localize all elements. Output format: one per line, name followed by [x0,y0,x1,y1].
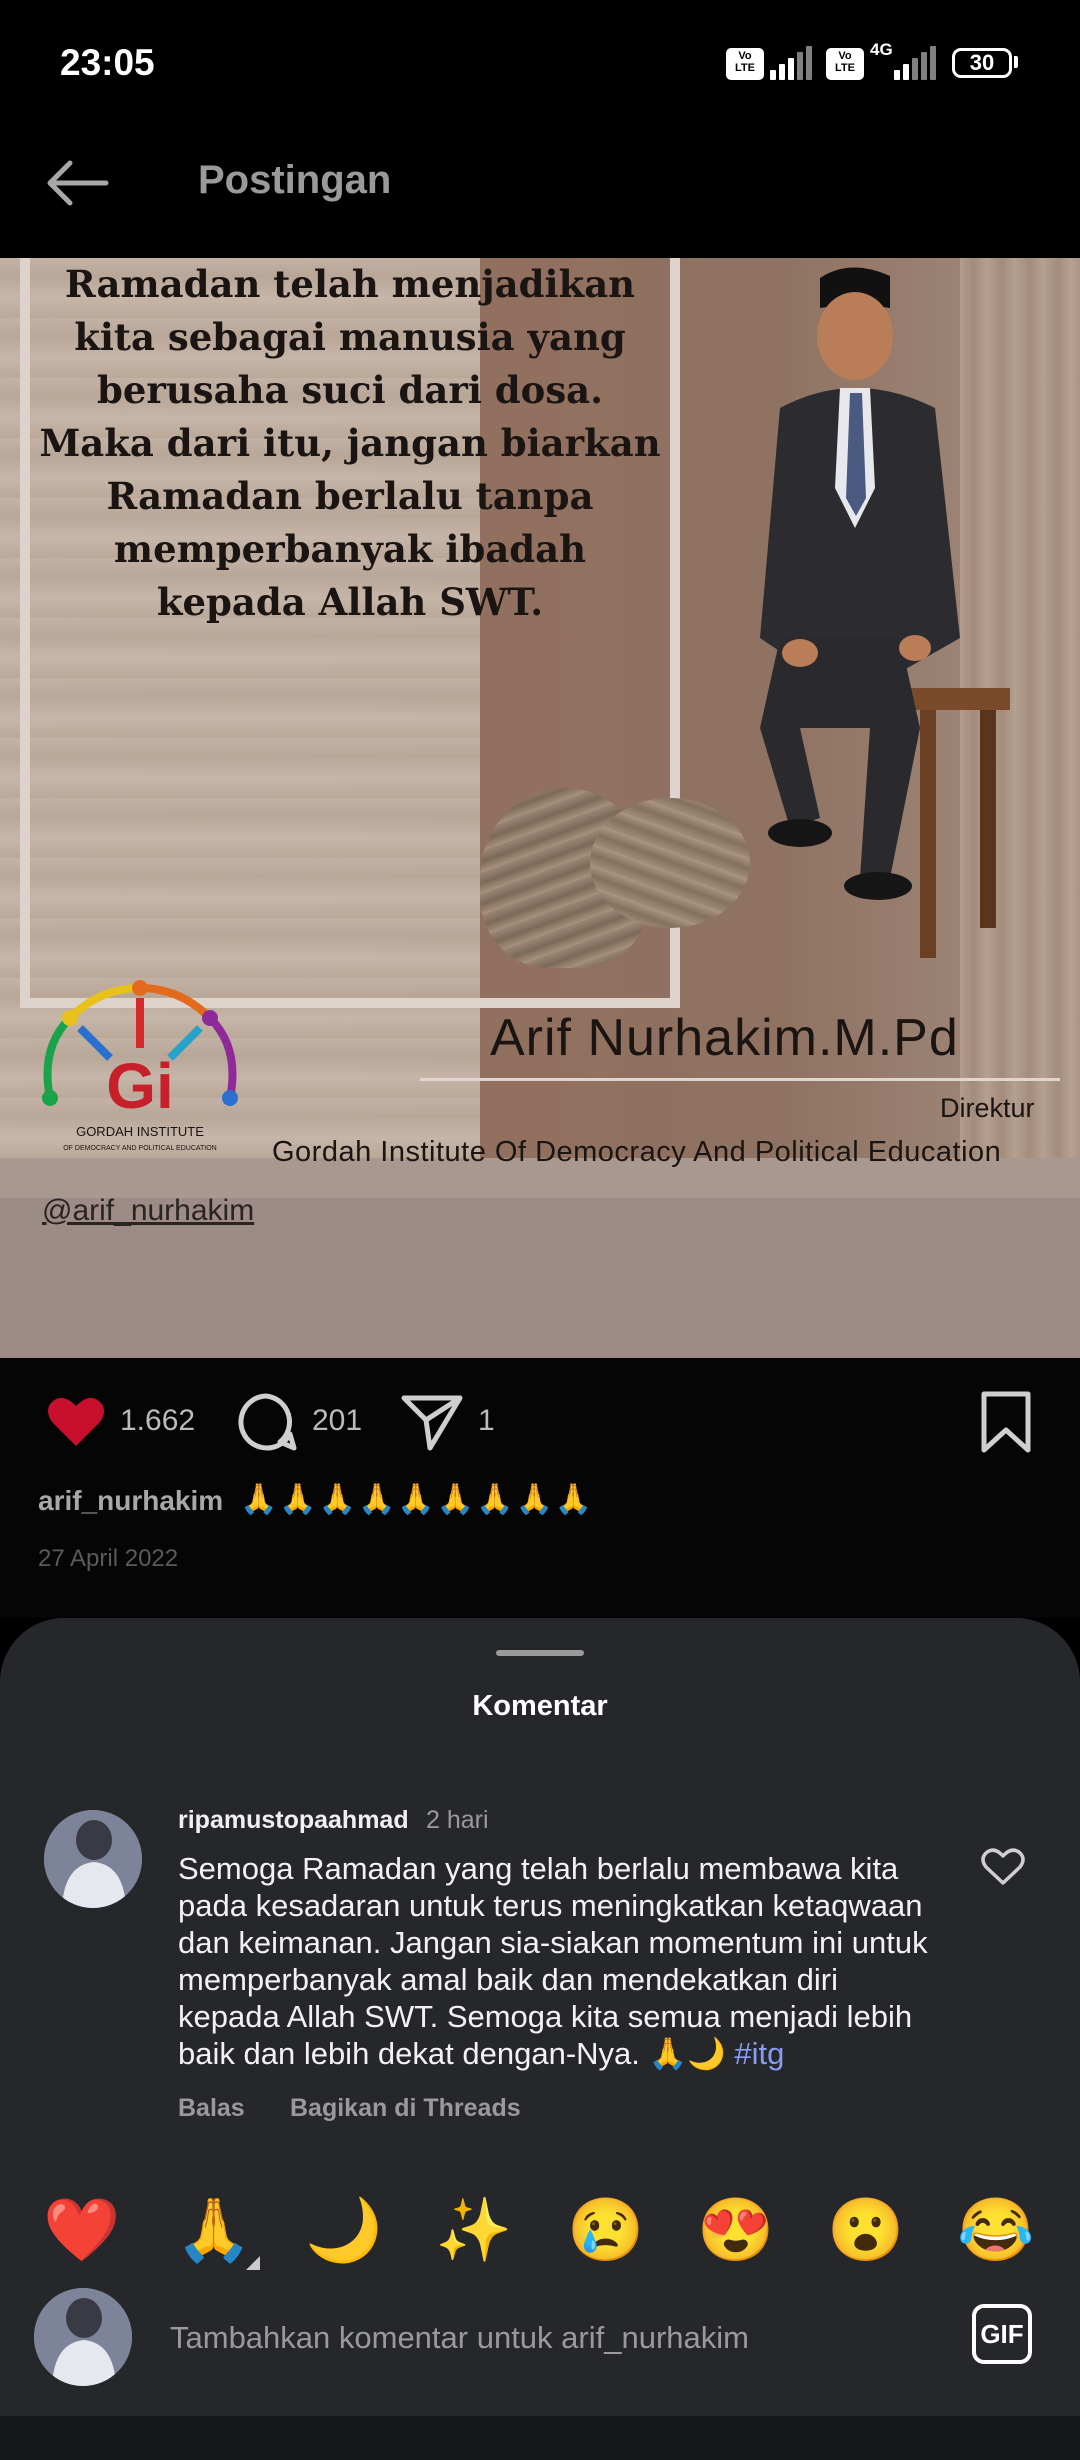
quote-line: berusaha suci dari dosa. [96,368,604,412]
quote-line: kepada Allah SWT. [156,580,544,624]
comment-username[interactable]: ripamustopaahmad [178,1806,409,1835]
comment-body: Semoga Ramadan yang telah berlalu membaw… [178,1851,928,2071]
svg-text:Gi: Gi [106,1050,174,1122]
sheet-drag-handle[interactable] [496,1650,584,1656]
person-photo [760,267,1010,958]
comment-heart-icon[interactable] [980,1845,1026,1887]
gif-button[interactable]: GIF [972,2304,1032,2364]
quote-line: memperbanyak ibadah [113,527,587,571]
network-type: 4G [870,40,893,59]
share-count[interactable]: 1 [478,1404,495,1438]
battery-tip [1014,56,1018,68]
avatar[interactable] [44,1810,142,1908]
composer-avatar [34,2288,132,2386]
quote-line: Ramadan telah menjadikan [64,262,636,306]
like-count[interactable]: 1.662 [120,1404,195,1438]
quote-line: Ramadan berlalu tanpa [106,474,594,518]
back-arrow-icon[interactable] [44,158,110,208]
post-date: 27 April 2022 [38,1545,179,1572]
comment-text: Semoga Ramadan yang telah berlalu membaw… [178,1850,938,2072]
logo-subtext: OF DEMOCRACY AND POLITICAL EDUCATION [63,1145,217,1152]
emoji-moon[interactable]: 🌙 [294,2186,394,2276]
emoji-cry[interactable]: 😢 [556,2186,656,2276]
share-icon[interactable] [400,1390,464,1454]
quote-line: kita sebagai manusia yang [74,315,626,359]
emoji-sparkles[interactable]: ✨ [424,2186,524,2276]
caption-username[interactable]: arif_nurhakim [38,1485,223,1517]
comment-count[interactable]: 201 [312,1404,362,1438]
emoji-variant-indicator [246,2256,260,2270]
page-title: Postingan [198,158,392,202]
person-organization: Gordah Institute Of Democracy And Politi… [272,1136,1002,1168]
bookmark-icon[interactable] [974,1390,1038,1454]
emoji-surprised[interactable]: 😮 [816,2186,916,2276]
logo-text: GORDAH INSTITUTE [76,1124,204,1139]
post-image[interactable]: Ramadan telah menjadikan kita sebagai ma… [0,258,1080,1358]
quote-line: Maka dari itu, jangan biarkan [39,421,661,465]
comment-time: 2 hari [426,1806,489,1834]
volte-icon: Vo LTE [726,48,764,80]
reply-button[interactable]: Balas [178,2094,245,2123]
quote-text: Ramadan telah menjadikan kita sebagai ma… [20,258,680,629]
navigation-bar [0,2416,1080,2460]
top-header [0,120,1080,258]
image-handle: @arif_nurhakim [42,1194,255,1227]
person-role: Direktur [940,1093,1035,1123]
volte-icon-2: Vo LTE [826,48,864,80]
emoji-laughing[interactable]: 😂 [946,2186,1046,2276]
battery-icon: 30 [952,48,1012,78]
name-underline [420,1078,1060,1081]
person-name: Arif Nurhakim.M.Pd [490,1009,959,1067]
signal-icon [770,44,814,80]
share-threads-button[interactable]: Bagikan di Threads [290,2094,521,2123]
comment-input[interactable] [170,2310,940,2366]
emoji-heart-eyes[interactable]: 😍 [686,2186,786,2276]
emoji-heart[interactable]: ❤️ [32,2186,132,2276]
signal-icon-2 [894,44,938,80]
caption-text: 🙏🙏🙏🙏🙏🙏🙏🙏🙏 [240,1483,595,1516]
sheet-title: Komentar [472,1690,608,1722]
comment-hashtag[interactable]: #itg [734,2036,784,2071]
comment-icon[interactable] [234,1390,298,1454]
organization-logo: Gi GORDAH INSTITUTE OF DEMOCRACY AND POL… [42,980,238,1152]
status-time: 23:05 [60,42,155,83]
heart-icon[interactable] [44,1390,108,1454]
